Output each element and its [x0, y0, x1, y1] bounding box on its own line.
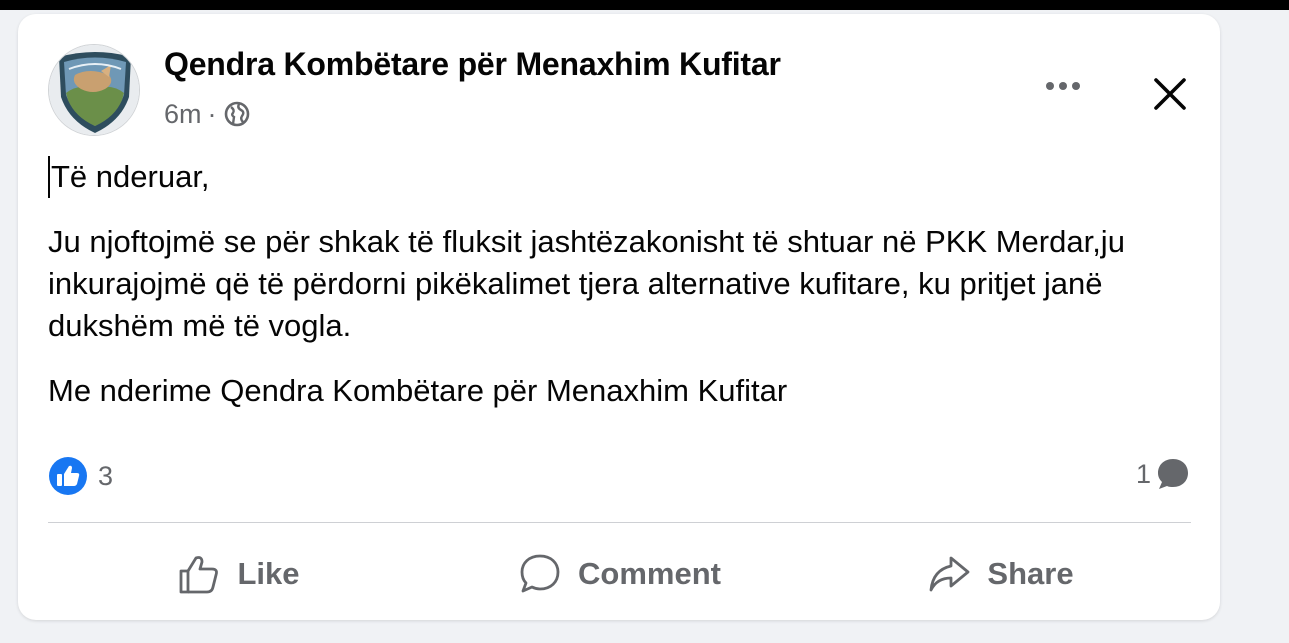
like-label: Like — [237, 556, 300, 591]
action-divider — [48, 522, 1191, 523]
post-message: Ju njoftojmë se për shkak të fluksit jas… — [48, 224, 1125, 343]
share-arrow-icon — [930, 556, 970, 592]
post-time[interactable]: 6m — [164, 99, 202, 130]
post-body: Të nderuar, Ju njoftojmë se për shkak të… — [48, 156, 1198, 435]
shield-logo-icon — [49, 45, 139, 135]
comments-count: 1 — [1135, 458, 1151, 489]
post-actions: Like Comment Share — [48, 538, 1191, 610]
window-top-bar — [0, 0, 1289, 10]
post-signoff: Me nderime Qendra Kombëtare për Menaxhim… — [48, 373, 788, 408]
more-options-button[interactable] — [1028, 64, 1098, 108]
share-button[interactable]: Share — [810, 538, 1191, 610]
post-meta: 6m · — [164, 96, 251, 132]
comment-button[interactable]: Comment — [429, 538, 810, 610]
post-card: Qendra Kombëtare për Menaxhim Kufitar 6m… — [18, 14, 1220, 620]
share-label: Share — [987, 556, 1074, 591]
reactions-count: 3 — [98, 460, 114, 491]
globe-icon[interactable] — [223, 100, 251, 128]
meta-separator: · — [207, 98, 217, 129]
close-button[interactable] — [1140, 64, 1200, 124]
post-greeting: Të nderuar, — [48, 156, 210, 198]
comments-summary[interactable]: 1 — [1136, 456, 1191, 492]
post-stats: 3 1 — [48, 454, 1191, 504]
comment-icon — [520, 554, 560, 593]
more-options-dot — [1059, 82, 1067, 90]
thumbs-up-icon — [180, 556, 219, 594]
more-options-dot — [1072, 82, 1080, 90]
reactions-summary[interactable]: 3 — [48, 456, 113, 496]
comment-label: Comment — [578, 556, 721, 591]
page-avatar[interactable] — [48, 44, 140, 136]
post-header: Qendra Kombëtare për Menaxhim Kufitar 6m… — [48, 44, 1198, 140]
close-icon — [1154, 78, 1186, 110]
comment-bubble-icon — [1158, 459, 1188, 489]
like-button[interactable]: Like — [48, 538, 429, 610]
more-options-icon — [1046, 82, 1054, 90]
like-reaction-icon — [49, 457, 87, 495]
page-name[interactable]: Qendra Kombëtare për Menaxhim Kufitar — [164, 46, 781, 83]
